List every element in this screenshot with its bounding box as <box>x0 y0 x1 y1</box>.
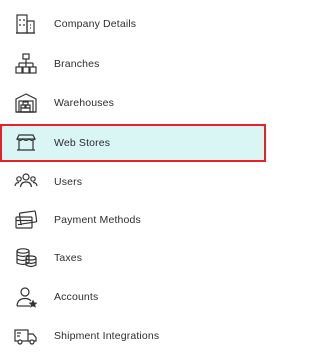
menu-item-company-details[interactable]: Company Details <box>0 5 266 43</box>
menu-item-accounts[interactable]: Accounts <box>0 278 266 316</box>
truck-icon <box>14 324 38 348</box>
warehouse-icon <box>14 91 38 115</box>
branches-icon <box>14 52 38 76</box>
coins-stack-icon <box>14 246 38 270</box>
account-user-icon <box>14 285 38 309</box>
menu-item-shipment-integrations[interactable]: Shipment Integrations <box>0 317 266 355</box>
menu-item-web-stores[interactable]: Web Stores <box>0 124 266 162</box>
menu-item-label: Payment Methods <box>54 214 141 226</box>
menu-item-payment-methods[interactable]: Payment Methods <box>0 201 266 239</box>
menu-item-label: Users <box>54 176 83 188</box>
menu-item-label: Shipment Integrations <box>54 330 160 342</box>
credit-card-icon <box>14 208 38 232</box>
users-icon <box>14 170 38 194</box>
menu-item-label: Branches <box>54 58 100 70</box>
menu-item-branches[interactable]: Branches <box>0 45 266 83</box>
menu-item-label: Accounts <box>54 291 99 303</box>
menu-item-label: Warehouses <box>54 97 115 109</box>
menu-item-users[interactable]: Users <box>0 163 266 201</box>
menu-item-label: Company Details <box>54 18 137 30</box>
menu-item-warehouses[interactable]: Warehouses <box>0 84 266 122</box>
menu-item-label: Taxes <box>54 252 83 264</box>
storefront-icon <box>14 131 38 155</box>
menu-item-taxes[interactable]: Taxes <box>0 239 266 277</box>
menu-item-label: Web Stores <box>54 137 111 149</box>
building-icon <box>14 12 38 36</box>
